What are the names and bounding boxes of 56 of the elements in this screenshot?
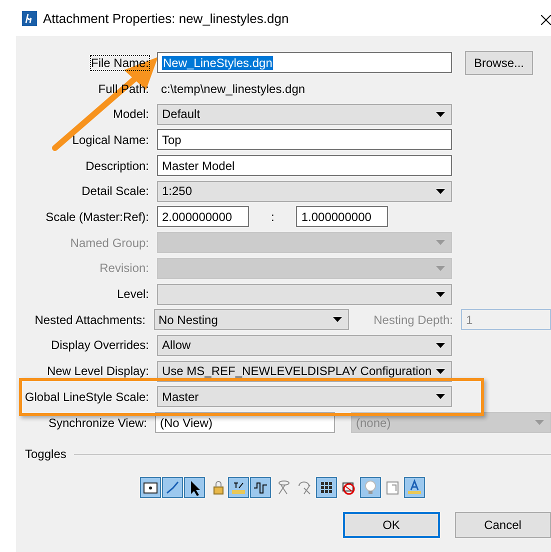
path-text: c:\temp\new_linestyles.dgn — [160, 82, 306, 96]
dialog-button[interactable]: Cancel — [454, 512, 551, 538]
text-field[interactable]: New_LineStyles.dgn — [157, 52, 452, 74]
dropdown-arrow-icon — [535, 420, 544, 425]
toggle-button[interactable] — [228, 477, 249, 498]
field-label: Description: — [86, 158, 149, 173]
toggle-button[interactable] — [316, 477, 337, 498]
field-label: Nested Attachments: — [34, 312, 146, 327]
page-icon — [384, 479, 401, 496]
field-label: Model: — [112, 107, 149, 122]
dropdown-arrow-icon — [436, 266, 445, 271]
dropdown-arrow-icon — [436, 292, 445, 297]
window-title: Attachment Properties: new_linestyles.dgn — [43, 10, 289, 26]
field-label: Revision: — [100, 261, 149, 276]
text-field[interactable]: 2.000000000 — [157, 206, 249, 228]
toggle-button[interactable] — [360, 477, 381, 498]
field-label: Synchronize View: — [48, 416, 147, 430]
field-label: Scale (Master:Ref): — [46, 210, 149, 224]
dropdown-arrow-icon — [436, 342, 445, 348]
toggle-button[interactable] — [250, 477, 271, 498]
dropdown-arrow-icon — [436, 188, 445, 194]
field-label: Level: — [116, 287, 149, 302]
field-label: Nesting Depth: — [374, 312, 453, 327]
ratio-separator: : — [271, 210, 274, 224]
close-icon[interactable] — [541, 15, 551, 25]
text-field[interactable]: 1.000000000 — [296, 206, 388, 228]
browse-button[interactable]: Browse... — [465, 50, 534, 75]
field-label: Logical Name: — [72, 132, 149, 147]
light-bulb-icon — [362, 479, 379, 496]
field-label: Global LineStyle Scale: — [24, 390, 149, 404]
dropdown[interactable]: No Nesting — [154, 309, 348, 330]
dropdown[interactable]: Default — [157, 104, 452, 125]
dialog-button[interactable]: OK — [343, 512, 440, 538]
dropdown-arrow-icon — [436, 368, 445, 374]
dropdown[interactable]: Master — [157, 386, 452, 408]
dropdown[interactable]: 1:250 — [157, 180, 452, 202]
toggle-button[interactable] — [404, 477, 425, 498]
toggle-button[interactable] — [140, 477, 161, 498]
dropdown-arrow-icon — [436, 394, 445, 400]
font-icon — [406, 479, 423, 496]
field-label: File Name: — [90, 56, 149, 70]
text-field[interactable]: Master Model — [157, 155, 452, 176]
field-label: Display Overrides: — [50, 338, 149, 352]
toggle-button[interactable] — [184, 477, 205, 498]
dropdown[interactable]: Allow — [157, 334, 452, 356]
toggle-button[interactable] — [162, 477, 183, 498]
field-label: Named Group: — [70, 236, 149, 250]
field-label: Detail Scale: — [82, 184, 149, 198]
dropdown-arrow-icon — [436, 240, 445, 246]
section-title: Toggles — [25, 447, 66, 462]
dropdown-arrow-icon — [436, 112, 445, 117]
app-logo-icon — [22, 10, 37, 26]
dropdown-arrow-icon — [332, 317, 342, 322]
field-label: New Level Display: — [46, 364, 149, 378]
curve-icon — [164, 479, 181, 496]
text-field[interactable]: Top — [157, 129, 452, 150]
